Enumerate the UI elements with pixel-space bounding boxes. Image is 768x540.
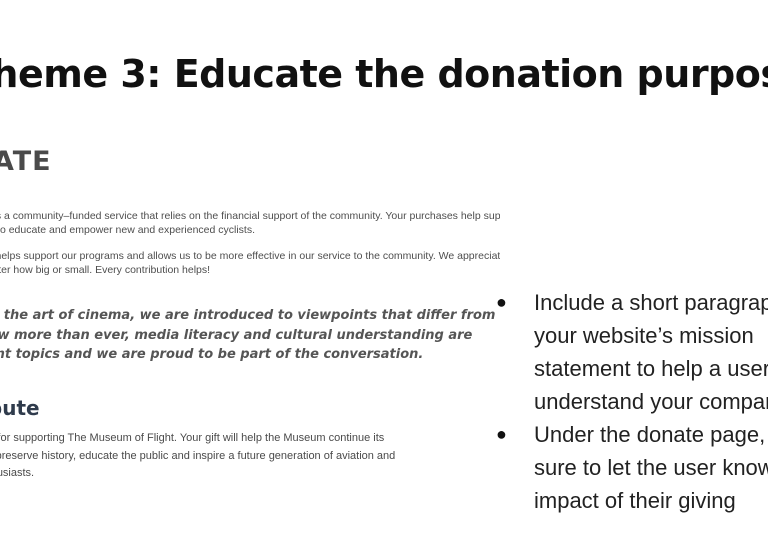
mission-paragraph: Bike Pittsburgh is a community–funded se…: [0, 209, 500, 237]
donate-page-screenshot: DONATE Bike Pittsburgh is a community–fu…: [0, 140, 500, 500]
bullet-dot-icon: ●: [496, 292, 507, 312]
generosity-line-1: Your generosity helps support our progra…: [0, 250, 500, 262]
cinema-quote: Through the art of cinema, we are introd…: [0, 306, 500, 365]
museum-paragraph: Thank you for supporting The Museum of F…: [0, 430, 395, 483]
bullet-item: ● Under the donate page, make sure to le…: [494, 418, 768, 516]
slide: Theme 3: Educate the donation purpose DO…: [0, 0, 768, 540]
bullet-1-line-4: understand your company: [534, 389, 768, 414]
museum-line-2: mission to preserve history, educate the…: [0, 449, 396, 462]
cinema-line-3: important topics and we are proud to be …: [0, 347, 424, 362]
bullet-list: ● Include a short paragraph of your webs…: [494, 286, 768, 516]
donate-heading: DONATE: [0, 146, 52, 177]
mission-line-2: and our mission to educate and empower n…: [0, 224, 256, 236]
generosity-paragraph: Your generosity helps support our progra…: [0, 249, 500, 277]
cinema-line-2: own. Now more than ever, media literacy …: [0, 327, 473, 343]
bullet-item: ● Include a short paragraph of your webs…: [494, 286, 768, 418]
cinema-line-1: Through the art of cinema, we are introd…: [0, 308, 500, 323]
bullet-2-line-2: sure to let the user know the: [534, 455, 768, 480]
museum-line-1: Thank you for supporting The Museum of F…: [0, 432, 385, 444]
mission-line-1: Bike Pittsburgh is a community–funded se…: [0, 210, 500, 222]
bullet-2-line-1: Under the donate page, make: [534, 422, 768, 447]
slide-title: Theme 3: Educate the donation purpose: [0, 52, 768, 96]
generosity-line-2: donation, no matter how big or small. Ev…: [0, 264, 211, 276]
bullet-dot-icon: ●: [496, 424, 507, 444]
bullet-1-line-3: statement to help a user: [534, 356, 768, 381]
bullet-1-line-2: your website’s mission: [534, 323, 754, 348]
museum-line-3: space enthusiasts.: [0, 467, 35, 479]
bullet-1-line-1: Include a short paragraph of: [534, 290, 768, 315]
bullet-2-line-3: impact of their giving: [534, 488, 736, 513]
contribute-heading: Contribute: [0, 396, 40, 420]
